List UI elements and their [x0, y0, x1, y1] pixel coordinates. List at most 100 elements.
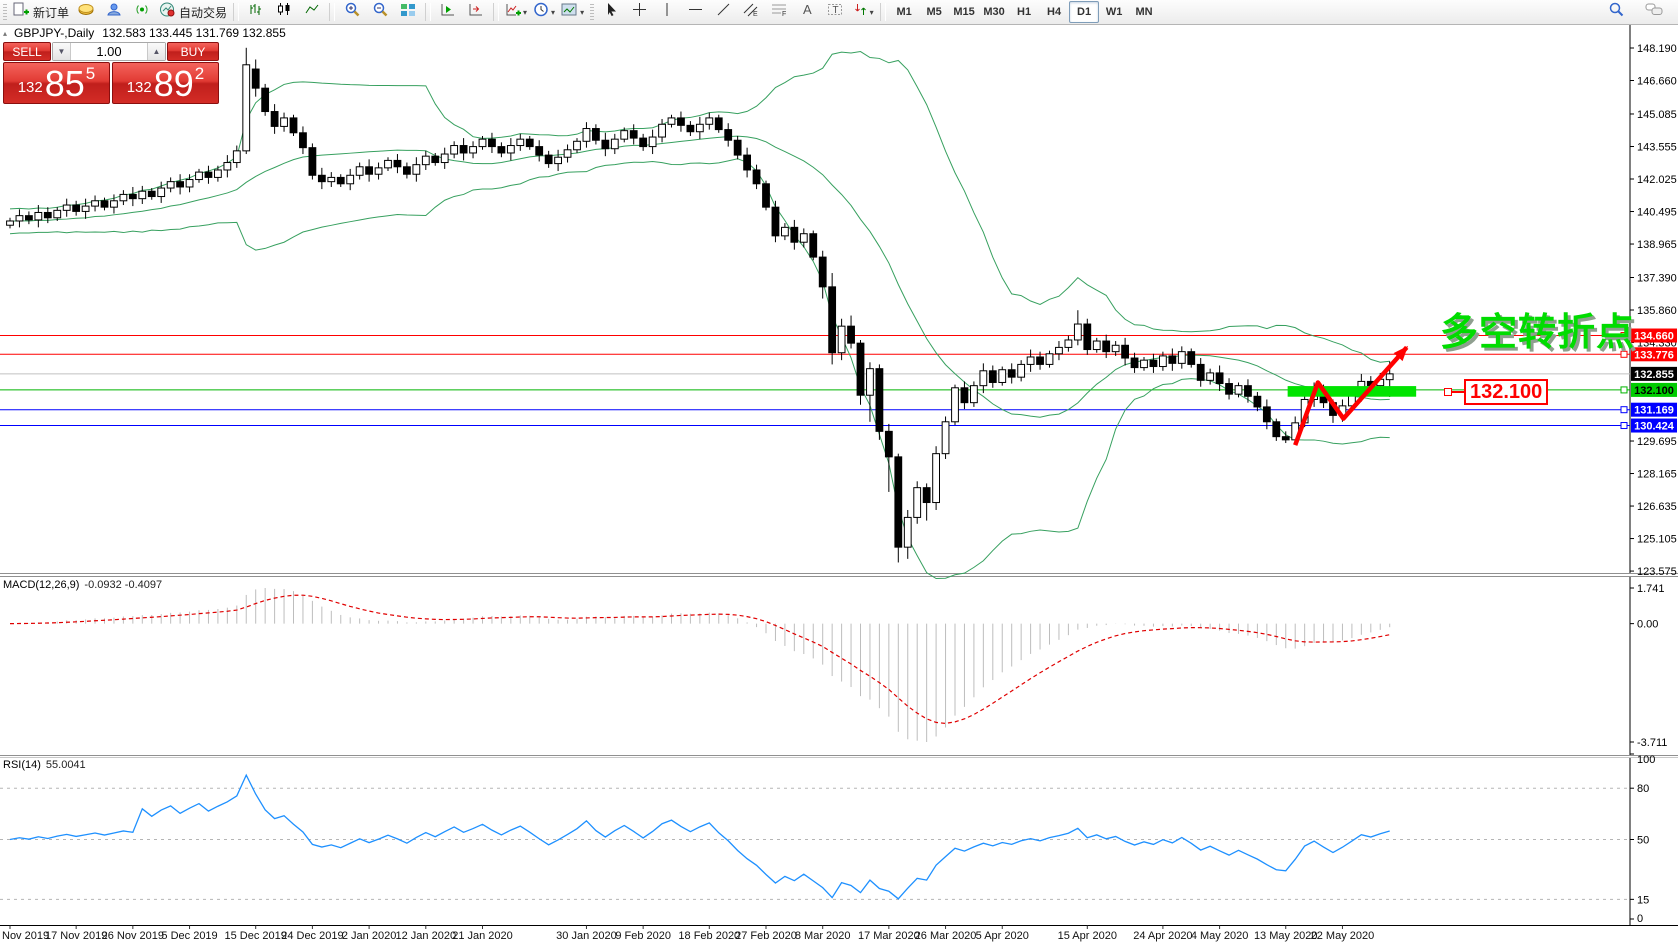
bar-chart-button[interactable]: [242, 1, 270, 23]
indicators-button[interactable]: ▾: [502, 1, 530, 23]
buy-price-button[interactable]: 132892: [112, 62, 219, 104]
svg-text:146.660: 146.660: [1637, 76, 1677, 88]
zoom-in-button[interactable]: [338, 1, 366, 23]
new-order-button[interactable]: 新订单: [10, 1, 72, 23]
volume-decrease-button[interactable]: ▼: [53, 43, 71, 60]
toolbar-separator: [233, 3, 239, 21]
chart-shift-button[interactable]: [462, 1, 490, 23]
svg-text:134.660: 134.660: [1634, 331, 1674, 343]
horizontal-line-icon: [688, 2, 703, 22]
timeframe-m30-button[interactable]: M30: [979, 1, 1009, 23]
svg-text:5 Dec 2019: 5 Dec 2019: [161, 930, 217, 942]
cursor-button[interactable]: [597, 1, 625, 23]
svg-text:5 Apr 2020: 5 Apr 2020: [976, 930, 1029, 942]
timeframe-m15-button[interactable]: M15: [949, 1, 979, 23]
sell-button[interactable]: SELL: [3, 42, 51, 61]
candlestick-chart-button[interactable]: [270, 1, 298, 23]
chat-button[interactable]: [1640, 1, 1668, 23]
cursor-icon: [604, 2, 618, 22]
buy-button[interactable]: BUY: [167, 42, 219, 61]
timeframe-d1-button[interactable]: D1: [1069, 1, 1099, 23]
svg-text:15 Dec 2019: 15 Dec 2019: [225, 930, 287, 942]
macd-values: -0.0932 -0.4097: [84, 579, 162, 591]
timeframe-w1-button[interactable]: W1: [1099, 1, 1129, 23]
bar-chart-icon: [248, 2, 264, 22]
collapse-marker-icon[interactable]: ▴: [3, 29, 7, 38]
svg-text:15 Apr 2020: 15 Apr 2020: [1058, 930, 1117, 942]
text-icon: A: [800, 2, 814, 22]
svg-text:130.424: 130.424: [1634, 421, 1675, 433]
toolbar-separator: [425, 3, 431, 21]
trendline-button[interactable]: [709, 1, 737, 23]
vertical-line-button[interactable]: [653, 1, 681, 23]
price-chart-canvas[interactable]: 148.190146.660145.085143.555142.025140.4…: [0, 0, 1678, 944]
search-button[interactable]: [1602, 1, 1630, 23]
svg-text:132.100: 132.100: [1634, 385, 1674, 397]
svg-text:Nov 2019: Nov 2019: [2, 930, 49, 942]
svg-text:132.855: 132.855: [1634, 369, 1674, 381]
svg-text:50: 50: [1637, 835, 1649, 847]
sell-price-button[interactable]: 132855: [3, 62, 110, 104]
zoom-in-icon: [344, 2, 361, 23]
svg-text:4 May 2020: 4 May 2020: [1191, 930, 1248, 942]
periods-button[interactable]: ▾: [530, 1, 558, 23]
toolbar-grip: [590, 4, 594, 20]
svg-text:138.965: 138.965: [1637, 239, 1677, 251]
text-label-button[interactable]: T: [821, 1, 849, 23]
chat-icon: [1645, 2, 1663, 22]
chevron-down-icon: ▾: [580, 8, 584, 17]
vertical-line-icon: [660, 2, 674, 22]
crosshair-button[interactable]: [625, 1, 653, 23]
arrows-icon: [853, 2, 868, 22]
text-label-icon: T: [827, 2, 843, 22]
timeframe-m5-button[interactable]: M5: [919, 1, 949, 23]
level-callout-label[interactable]: 132.100: [1464, 379, 1548, 405]
one-click-trade-panel: SELL ▼ 1.00 ▲ BUY 132855 132892: [2, 41, 220, 105]
new-order-label: 新订单: [33, 4, 69, 21]
auto-trading-label: 自动交易: [179, 4, 227, 21]
templates-button[interactable]: ▾: [558, 1, 587, 23]
svg-text:1.741: 1.741: [1637, 583, 1665, 595]
svg-text:137.390: 137.390: [1637, 273, 1677, 285]
svg-text:129.695: 129.695: [1637, 436, 1677, 448]
chart-ohlc-values: 132.583 133.445 131.769 132.855: [102, 26, 286, 40]
svg-text:8 Mar 2020: 8 Mar 2020: [795, 930, 851, 942]
svg-text:128.165: 128.165: [1637, 469, 1677, 481]
svg-text:E: E: [753, 11, 758, 17]
auto-scroll-icon: [440, 2, 456, 22]
svg-text:9 Feb 2020: 9 Feb 2020: [615, 930, 671, 942]
svg-text:18 Feb 2020: 18 Feb 2020: [678, 930, 740, 942]
svg-text:125.105: 125.105: [1637, 534, 1677, 546]
svg-text:A: A: [803, 2, 812, 17]
svg-text:80: 80: [1637, 783, 1649, 795]
chart-symbol: GBPJPY-,Daily: [14, 26, 94, 40]
channel-button[interactable]: E: [737, 1, 765, 23]
svg-text:F: F: [782, 11, 786, 17]
horizontal-line-button[interactable]: [681, 1, 709, 23]
arrows-button[interactable]: ▾: [849, 1, 877, 23]
auto-scroll-button[interactable]: [434, 1, 462, 23]
volume-value[interactable]: 1.00: [71, 43, 147, 60]
timeframe-h4-button[interactable]: H4: [1039, 1, 1069, 23]
callout-anchor-square: [1444, 388, 1452, 396]
fibonacci-button[interactable]: F: [765, 1, 793, 23]
svg-text:24 Apr 2020: 24 Apr 2020: [1133, 930, 1192, 942]
signals-button[interactable]: [128, 1, 156, 23]
tile-windows-button[interactable]: [394, 1, 422, 23]
zoom-out-button[interactable]: [366, 1, 394, 23]
volume-increase-button[interactable]: ▲: [147, 43, 165, 60]
auto-trading-button[interactable]: 自动交易: [156, 1, 230, 23]
market-watch-button[interactable]: [72, 1, 100, 23]
turning-point-annotation[interactable]: 多空转折点: [1440, 301, 1635, 356]
timeframe-h1-button[interactable]: H1: [1009, 1, 1039, 23]
svg-text:17 Mar 2020: 17 Mar 2020: [858, 930, 920, 942]
profile-button[interactable]: [100, 1, 128, 23]
timeframe-mn-button[interactable]: MN: [1129, 1, 1159, 23]
timeframe-m1-button[interactable]: M1: [889, 1, 919, 23]
macd-name: MACD(12,26,9): [3, 579, 79, 591]
zoom-out-icon: [372, 2, 389, 23]
svg-text:143.555: 143.555: [1637, 141, 1677, 153]
line-chart-button[interactable]: [298, 1, 326, 23]
text-button[interactable]: A: [793, 1, 821, 23]
channel-icon: E: [743, 2, 759, 22]
